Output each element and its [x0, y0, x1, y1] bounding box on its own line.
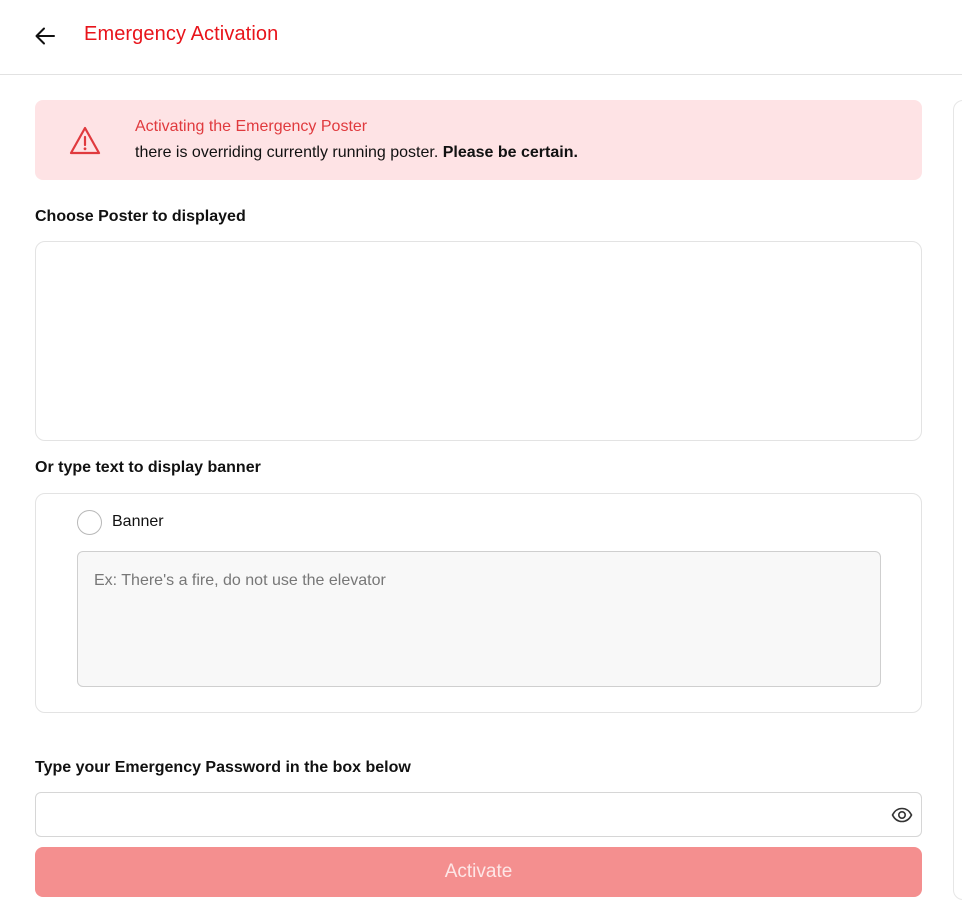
poster-section-label: Choose Poster to displayed	[35, 208, 246, 225]
banner-radio[interactable]	[77, 510, 102, 535]
page-title: Emergency Activation	[84, 23, 279, 45]
alert-title: Activating the Emergency Poster	[135, 118, 368, 135]
warning-alert: Activating the Emergency Poster there is…	[35, 100, 922, 180]
back-button[interactable]	[33, 24, 57, 48]
password-field	[35, 792, 922, 837]
warning-triangle-icon	[69, 126, 101, 155]
banner-text-input[interactable]	[77, 551, 881, 687]
banner-panel: Banner	[35, 493, 922, 713]
password-input[interactable]	[36, 793, 876, 836]
app-header: Emergency Activation	[0, 0, 962, 75]
alert-body-text: there is overriding currently running po…	[135, 144, 439, 161]
toggle-password-visibility-button[interactable]	[891, 804, 913, 826]
alert-emphasis: Please be certain.	[442, 144, 578, 161]
activate-button[interactable]: Activate	[35, 847, 922, 897]
poster-picker[interactable]	[35, 241, 922, 441]
password-label: Type your Emergency Password in the box …	[35, 759, 411, 776]
eye-icon	[891, 807, 913, 823]
side-panel	[953, 100, 962, 900]
alert-message: there is overriding currently running po…	[135, 144, 578, 162]
arrow-left-icon	[35, 27, 55, 45]
banner-radio-label[interactable]: Banner	[112, 513, 164, 531]
banner-section-label: Or type text to display banner	[35, 459, 261, 476]
